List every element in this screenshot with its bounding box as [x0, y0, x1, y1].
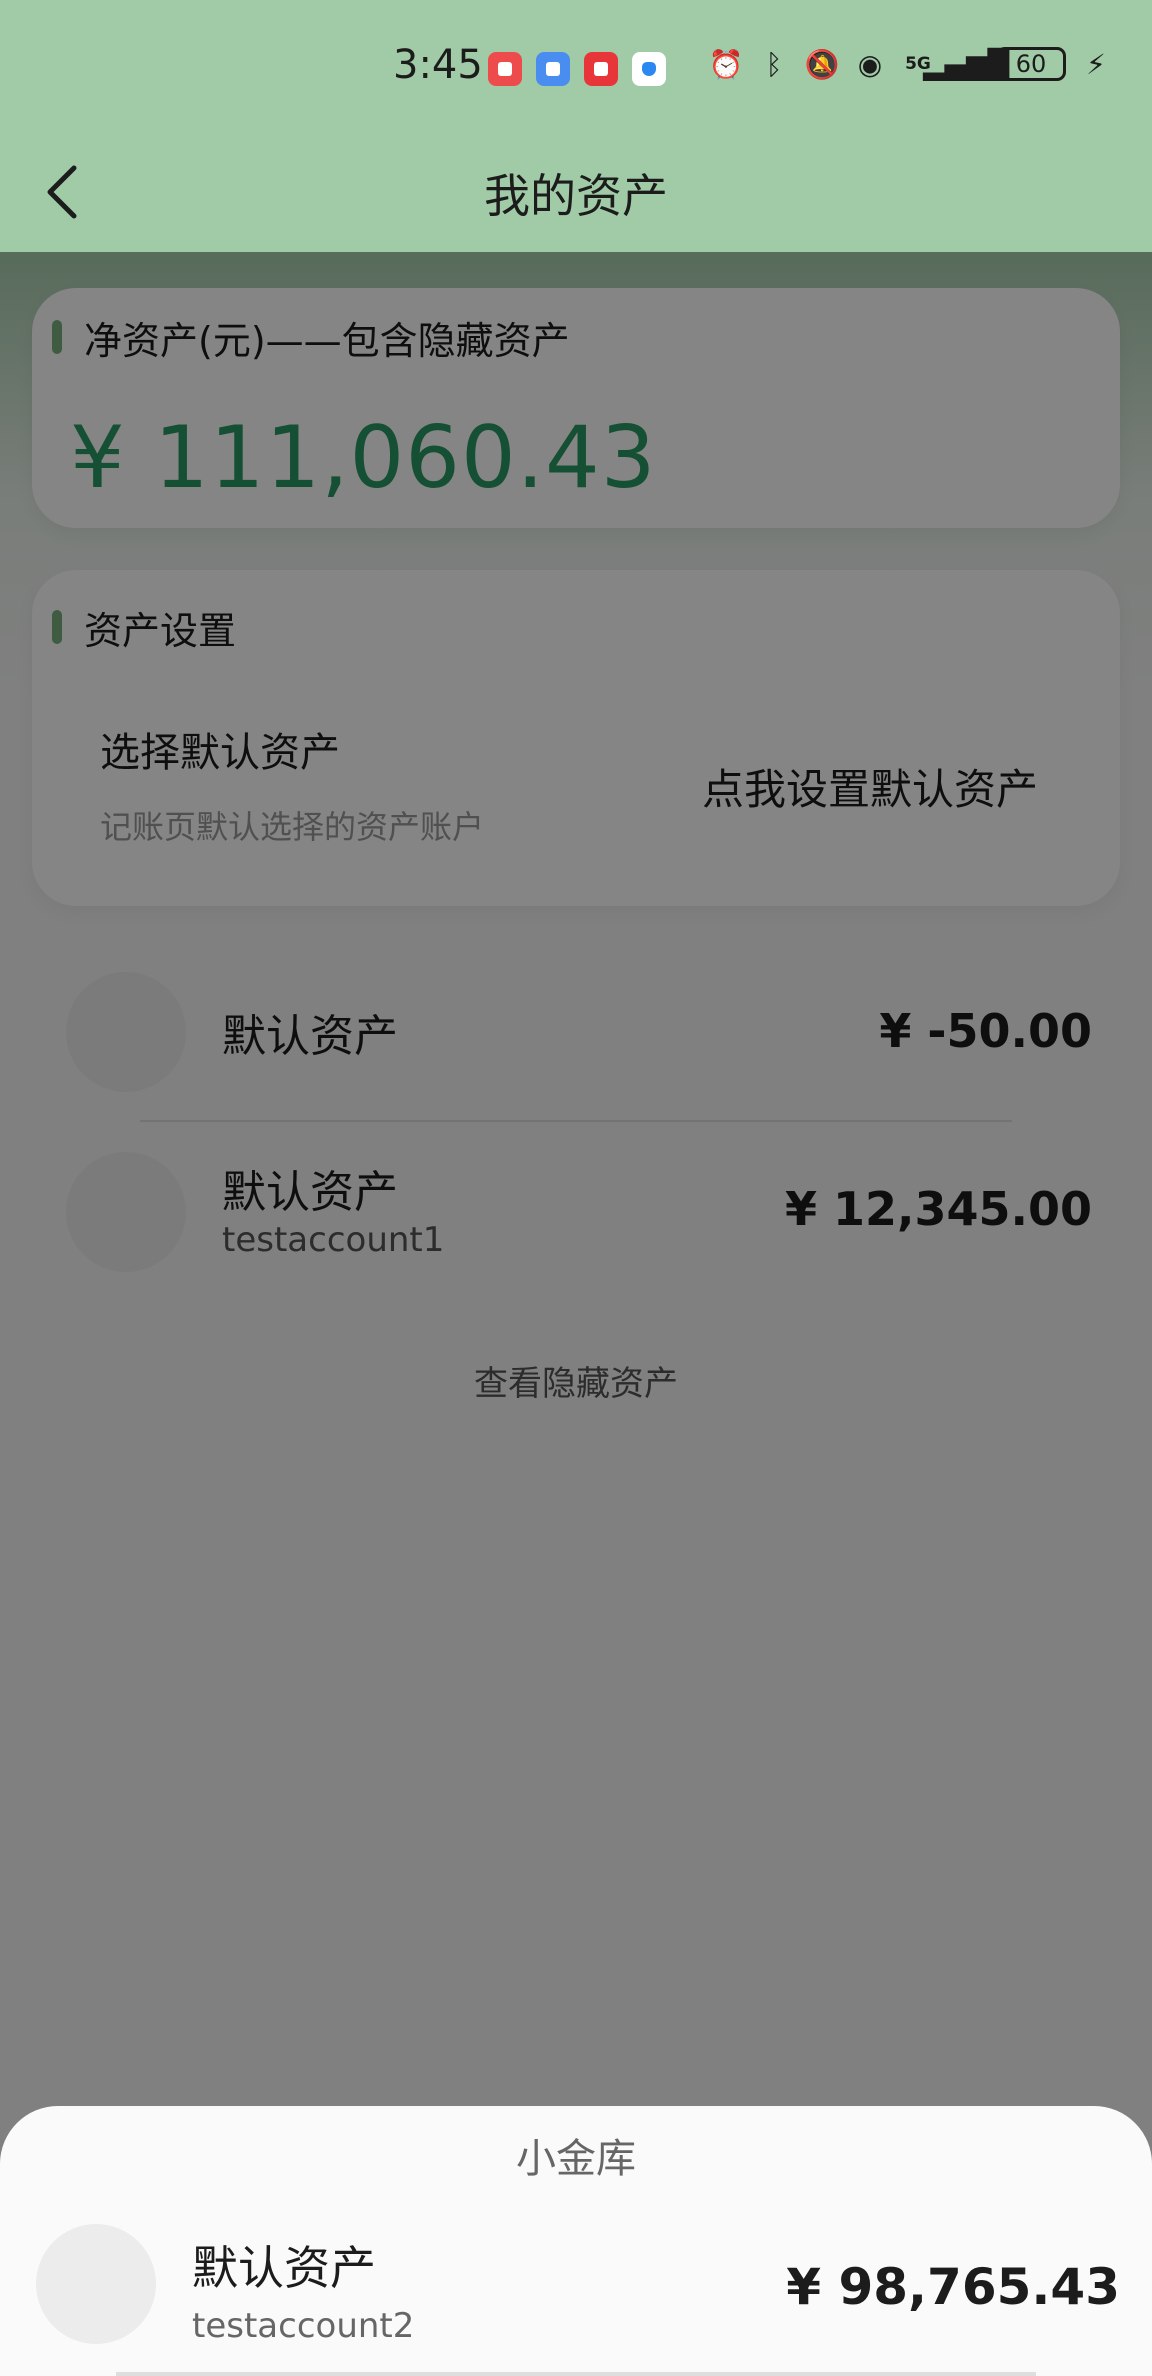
- alarm-icon: ⏰: [708, 47, 744, 81]
- bluetooth-battery-icon: ᛒ: [765, 47, 783, 81]
- status-time: 3:45: [393, 42, 483, 88]
- usb-notification-icon: [536, 52, 570, 86]
- asset-account: testaccount2: [192, 2306, 415, 2346]
- status-bar: 3:45 ⏰ ᛒ 🔕 ◉ 5G ▂▄▆█ 60 ⚡: [0, 0, 1152, 132]
- nav-bar: 我的资产: [0, 132, 1152, 252]
- signal-strength-icon: ▂▄▆█: [922, 47, 1010, 81]
- shield-notification-icon: [632, 52, 666, 86]
- avatar: [36, 2224, 156, 2344]
- huawei-notification-icon: [584, 52, 618, 86]
- divider: [116, 2372, 1036, 2376]
- asset-name: 默认资产: [192, 2241, 376, 2295]
- bottom-sheet: 小金库 默认资产 testaccount2 ¥ 98,765.43: [0, 2106, 1152, 2376]
- modal-overlay[interactable]: [0, 252, 1152, 2376]
- mute-icon: 🔕: [804, 47, 840, 81]
- asset-amount: ¥ 98,765.43: [786, 2258, 1120, 2316]
- system-icons: ⏰ ᛒ 🔕 ◉ 5G ▂▄▆█ 60 ⚡: [708, 46, 1114, 82]
- battery-indicator: 60: [996, 47, 1066, 81]
- charging-icon: ⚡: [1086, 47, 1106, 81]
- notification-icons: [488, 52, 666, 86]
- sheet-title: 小金库: [516, 2136, 636, 2182]
- hotspot-icon: ◉: [857, 47, 883, 81]
- app-notification-icon: [488, 52, 522, 86]
- page-title: 我的资产: [484, 169, 668, 223]
